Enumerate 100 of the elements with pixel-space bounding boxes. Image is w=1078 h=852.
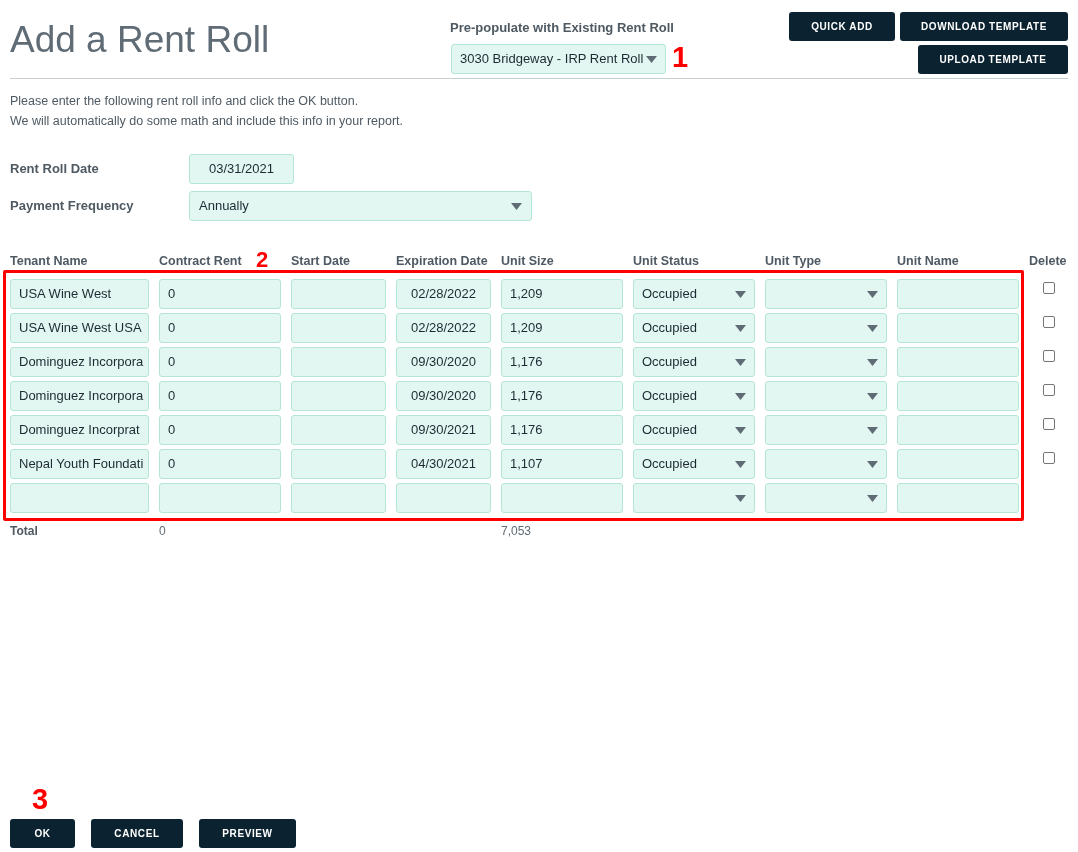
date-field[interactable] xyxy=(291,381,386,411)
delete-checkbox[interactable] xyxy=(1043,350,1055,362)
ok-button[interactable]: OK xyxy=(10,819,75,848)
date-field[interactable] xyxy=(291,347,386,377)
date-field[interactable]: 09/30/2021 xyxy=(396,415,491,445)
total-value: 7,053 xyxy=(501,524,533,538)
text-field[interactable] xyxy=(897,347,1019,377)
upload-template-button[interactable]: UPLOAD TEMPLATE xyxy=(918,45,1068,74)
text-field[interactable]: 1,176 xyxy=(501,415,623,445)
dropdown[interactable] xyxy=(633,483,755,513)
field-label: Rent Roll Date xyxy=(10,160,100,179)
text-field[interactable]: 0 xyxy=(159,279,281,309)
delete-checkbox[interactable] xyxy=(1043,418,1055,430)
text-field[interactable] xyxy=(897,381,1019,411)
text-field[interactable] xyxy=(897,483,1019,513)
dropdown[interactable]: Occupied xyxy=(633,415,755,445)
text-field[interactable]: Dominguez Incorpora xyxy=(10,381,149,411)
dropdown[interactable]: Occupied xyxy=(633,381,755,411)
total-value: 0 xyxy=(159,524,167,538)
preview-button[interactable]: PREVIEW xyxy=(199,819,296,848)
text-field[interactable]: 0 xyxy=(159,313,281,343)
date-field[interactable] xyxy=(291,449,386,479)
date-field[interactable]: 02/28/2022 xyxy=(396,313,491,343)
text-field[interactable] xyxy=(501,483,623,513)
date-field[interactable] xyxy=(291,279,386,309)
column-header: Unit Size xyxy=(501,253,554,269)
rent-roll-dropdown[interactable]: 3030 Bridgeway - IRP Rent Roll xyxy=(451,44,666,74)
dropdown[interactable] xyxy=(765,415,887,445)
text-field[interactable]: USA Wine West xyxy=(10,279,149,309)
text-field[interactable]: Nepal Youth Foundati xyxy=(10,449,149,479)
text-field[interactable] xyxy=(897,279,1019,309)
caret-icon xyxy=(867,426,878,434)
text-field[interactable] xyxy=(10,483,149,513)
text-field[interactable]: 1,176 xyxy=(501,381,623,411)
dropdown[interactable] xyxy=(765,347,887,377)
caret-icon xyxy=(867,494,878,502)
date-field[interactable]: 04/30/2021 xyxy=(396,449,491,479)
text-field[interactable]: Dominguez Incorpora xyxy=(10,347,149,377)
text-field[interactable]: 0 xyxy=(159,347,281,377)
text-field[interactable] xyxy=(897,415,1019,445)
annotation-number: 1 xyxy=(672,40,689,74)
text-field[interactable]: 0 xyxy=(159,415,281,445)
column-header: Delete xyxy=(1029,253,1067,269)
total-label: Total xyxy=(10,524,39,538)
column-header: Unit Name xyxy=(897,253,959,269)
text-field[interactable] xyxy=(897,313,1019,343)
caret-icon xyxy=(867,392,878,400)
dropdown[interactable]: Occupied xyxy=(633,279,755,309)
date-field[interactable]: 03/31/2021 xyxy=(189,154,294,184)
frequency-dropdown[interactable]: Annually xyxy=(189,191,532,221)
text-field[interactable]: Dominguez Incorprat xyxy=(10,415,149,445)
text-field[interactable]: 1,107 xyxy=(501,449,623,479)
date-field[interactable]: 02/28/2022 xyxy=(396,279,491,309)
date-field[interactable]: 09/30/2020 xyxy=(396,381,491,411)
column-header: Contract Rent xyxy=(159,253,242,269)
dropdown[interactable]: Occupied xyxy=(633,347,755,377)
dropdown[interactable] xyxy=(765,449,887,479)
field-label: Payment Frequency xyxy=(10,197,135,216)
caret-icon xyxy=(867,358,878,366)
text-field[interactable]: 1,176 xyxy=(501,347,623,377)
caret-icon xyxy=(735,392,746,400)
instruction-text: Please enter the following rent roll info and click the OK button. xyxy=(10,94,360,108)
dropdown[interactable]: Occupied xyxy=(633,449,755,479)
text-field[interactable]: USA Wine West USA xyxy=(10,313,149,343)
date-field[interactable]: 09/30/2020 xyxy=(396,347,491,377)
instruction-text: We will automatically do some math and include this info in your report. xyxy=(10,114,404,128)
dropdown[interactable] xyxy=(765,279,887,309)
cancel-button[interactable]: CANCEL xyxy=(91,819,183,848)
caret-icon xyxy=(735,324,746,332)
column-header: Unit Status xyxy=(633,253,699,269)
text-field[interactable]: 1,209 xyxy=(501,313,623,343)
caret-icon xyxy=(867,290,878,298)
caret-icon xyxy=(646,55,657,63)
date-field[interactable] xyxy=(396,483,491,513)
delete-checkbox[interactable] xyxy=(1043,452,1055,464)
dropdown[interactable]: Occupied xyxy=(633,313,755,343)
date-field[interactable] xyxy=(291,313,386,343)
text-field[interactable]: 1,209 xyxy=(501,279,623,309)
quick-add-button[interactable]: QUICK ADD xyxy=(789,12,895,41)
text-field[interactable]: 0 xyxy=(159,449,281,479)
delete-checkbox[interactable] xyxy=(1043,316,1055,328)
text-field[interactable] xyxy=(159,483,281,513)
dropdown[interactable] xyxy=(765,381,887,411)
page-title: Add a Rent Roll xyxy=(10,19,270,61)
delete-checkbox[interactable] xyxy=(1043,282,1055,294)
date-field[interactable] xyxy=(291,415,386,445)
caret-icon xyxy=(867,460,878,468)
caret-icon xyxy=(735,460,746,468)
text-field[interactable] xyxy=(897,449,1019,479)
caret-icon xyxy=(511,202,522,210)
date-field[interactable] xyxy=(291,483,386,513)
text-field[interactable]: 0 xyxy=(159,381,281,411)
annotation-number: 2 xyxy=(256,250,269,270)
caret-icon xyxy=(735,426,746,434)
dropdown[interactable] xyxy=(765,483,887,513)
caret-icon xyxy=(735,290,746,298)
download-template-button[interactable]: DOWNLOAD TEMPLATE xyxy=(900,12,1068,41)
delete-checkbox[interactable] xyxy=(1043,384,1055,396)
dropdown[interactable] xyxy=(765,313,887,343)
column-header: Start Date xyxy=(291,253,351,269)
